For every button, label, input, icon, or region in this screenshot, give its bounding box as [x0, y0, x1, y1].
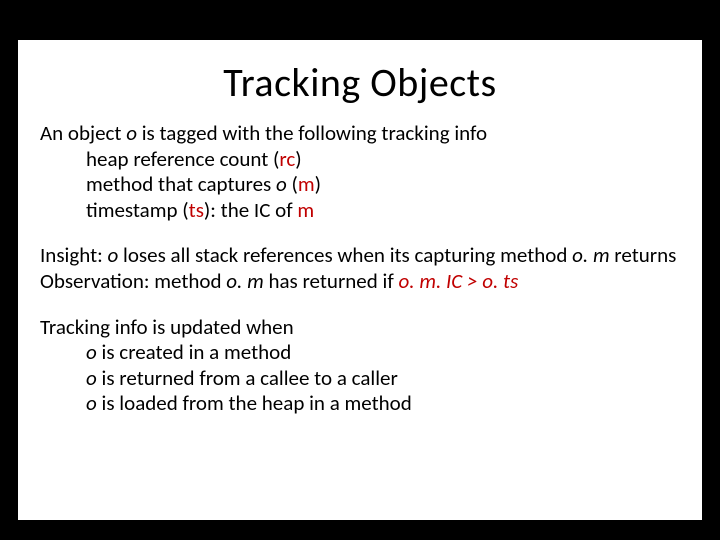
slide-title: Tracking Objects	[40, 58, 680, 107]
text: is loaded from the heap in a method	[97, 390, 412, 416]
var-m: m	[298, 171, 315, 197]
var-o: o	[86, 365, 97, 391]
text: ): the IC of	[204, 197, 297, 223]
text: is created in a method	[97, 339, 292, 365]
slide-body: An object o is tagged with the following…	[40, 121, 680, 417]
paragraph-2: Insight: o loses all stack references wh…	[40, 243, 680, 294]
var-o: o	[86, 339, 97, 365]
p2-line2: Observation: method o. m has returned if…	[40, 269, 680, 295]
text: (	[287, 171, 298, 197]
p2-line1: Insight: o loses all stack references wh…	[40, 243, 680, 269]
text: is tagged with the following tracking in…	[137, 120, 487, 146]
p1-line2: heap reference count (rc)	[40, 147, 680, 173]
text: An object	[40, 120, 126, 146]
text: )	[315, 171, 321, 197]
text: loses all stack references when its capt…	[118, 242, 572, 268]
text: returns	[610, 242, 677, 268]
p3-line1: Tracking info is updated when	[40, 315, 680, 341]
text: has returned if	[264, 268, 399, 294]
slide-inner: Tracking Objects An object o is tagged w…	[18, 40, 702, 520]
var-om: o. m	[226, 268, 263, 294]
paragraph-1: An object o is tagged with the following…	[40, 121, 680, 223]
var-m: m	[297, 197, 314, 223]
p1-line4: timestamp (ts): the IC of m	[40, 198, 680, 224]
text: )	[295, 146, 301, 172]
var-o: o	[126, 120, 137, 146]
var-om: o. m	[572, 242, 609, 268]
var-ts: ts	[189, 197, 204, 223]
slide: Tracking Objects An object o is tagged w…	[0, 40, 720, 540]
var-o: o	[107, 242, 118, 268]
p1-line3: method that captures o (m)	[40, 172, 680, 198]
text: heap reference count (	[86, 146, 279, 172]
p3-line4: o is loaded from the heap in a method	[40, 391, 680, 417]
var-rc: rc	[279, 146, 295, 172]
var-o: o	[86, 390, 97, 416]
p1-line1: An object o is tagged with the following…	[40, 121, 680, 147]
cond: o. m. IC > o. ts	[399, 268, 519, 294]
p3-line3: o is returned from a callee to a caller	[40, 366, 680, 392]
text: method that captures	[86, 171, 276, 197]
paragraph-3: Tracking info is updated when o is creat…	[40, 315, 680, 417]
text: Insight:	[40, 242, 107, 268]
var-o: o	[276, 171, 287, 197]
text: is returned from a callee to a caller	[97, 365, 398, 391]
text: Observation: method	[40, 268, 226, 294]
p3-line2: o is created in a method	[40, 340, 680, 366]
text: timestamp (	[86, 197, 189, 223]
